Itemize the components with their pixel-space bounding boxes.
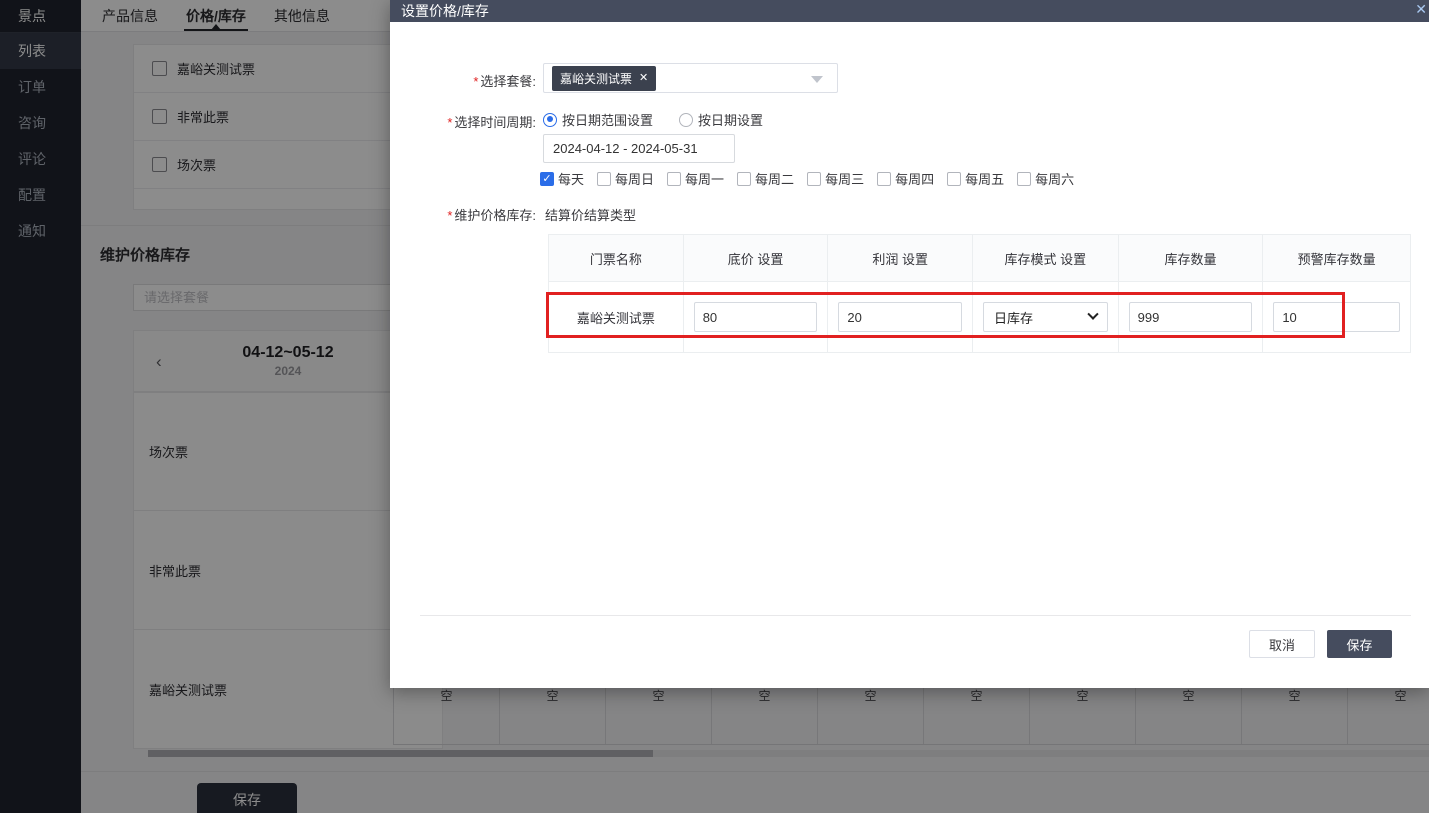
required-mark: * (447, 208, 452, 223)
col-header-warn-qty: 预警库存数量 (1263, 235, 1410, 281)
price-stock-table: 门票名称 底价 设置 利润 设置 库存模式 设置 库存数量 预警库存数量 嘉峪关… (548, 234, 1411, 353)
weekday-sunday[interactable]: 每周日 (597, 169, 654, 188)
col-header-base-price: 底价 设置 (684, 235, 829, 281)
settlement-type-hint: 结算价结算类型 (545, 205, 636, 224)
weekday-checkbox-group: ✓ 每天 每周日 每周一 每周二 每周三 每周四 (540, 169, 1074, 188)
stock-mode-select[interactable]: 日库存 (983, 302, 1108, 332)
select-chevron-icon (1087, 309, 1098, 320)
radio-by-date[interactable]: 按日期设置 (679, 110, 763, 129)
weekday-friday[interactable]: 每周五 (947, 169, 1004, 188)
save-button[interactable]: 保存 (1327, 630, 1392, 658)
base-price-input[interactable] (694, 302, 818, 332)
cancel-button[interactable]: 取消 (1249, 630, 1315, 658)
weekday-saturday[interactable]: 每周六 (1017, 169, 1074, 188)
weekday-thursday[interactable]: 每周四 (877, 169, 934, 188)
package-field-label: *选择套餐: (390, 71, 536, 90)
remove-tag-icon[interactable]: ✕ (639, 73, 648, 84)
col-header-profit: 利润 设置 (828, 235, 973, 281)
col-header-stock-mode: 库存模式 设置 (973, 235, 1119, 281)
required-mark: * (447, 115, 452, 130)
ticket-name-cell: 嘉峪关测试票 (549, 282, 684, 352)
table-header-row: 门票名称 底价 设置 利润 设置 库存模式 设置 库存数量 预警库存数量 (549, 235, 1410, 282)
radio-icon (679, 113, 693, 127)
checkbox-icon (597, 172, 611, 186)
weekday-everyday[interactable]: ✓ 每天 (540, 169, 584, 188)
stock-qty-input[interactable] (1129, 302, 1253, 332)
footer-divider (420, 615, 1411, 616)
screen: 景点 列表 订单 咨询 评论 配置 通知 产品信息 价格/库存 其他信息 嘉峪关… (0, 0, 1429, 813)
modal-title: 设置价格/库存 (401, 1, 489, 21)
radio-date-range[interactable]: 按日期范围设置 (543, 110, 653, 129)
period-field-label: *选择时间周期: (390, 112, 536, 131)
maintain-field-label: *维护价格库存: (390, 205, 536, 224)
close-icon[interactable]: ✕ (1415, 2, 1427, 16)
checkbox-icon (1017, 172, 1031, 186)
weekday-tuesday[interactable]: 每周二 (737, 169, 794, 188)
dropdown-caret-icon (811, 76, 823, 83)
checkbox-icon (807, 172, 821, 186)
radio-icon (543, 113, 557, 127)
warn-qty-input[interactable] (1273, 302, 1400, 332)
date-range-input[interactable] (543, 134, 735, 163)
weekday-wednesday[interactable]: 每周三 (807, 169, 864, 188)
checkbox-icon (737, 172, 751, 186)
period-radio-group: 按日期范围设置 按日期设置 (543, 110, 763, 129)
weekday-monday[interactable]: 每周一 (667, 169, 724, 188)
checkbox-icon (947, 172, 961, 186)
selected-package-tag: 嘉峪关测试票 ✕ (552, 66, 656, 91)
checkbox-icon (667, 172, 681, 186)
package-multiselect[interactable]: 嘉峪关测试票 ✕ (543, 63, 838, 93)
table-row: 嘉峪关测试票 日库存 (549, 282, 1410, 352)
price-stock-modal: 设置价格/库存 ✕ *选择套餐: 嘉峪关测试票 ✕ *选择时间周期: 按日期范围… (390, 0, 1429, 688)
required-mark: * (473, 74, 478, 89)
modal-header: 设置价格/库存 ✕ (390, 0, 1429, 22)
col-header-ticket-name: 门票名称 (549, 235, 684, 281)
col-header-stock-qty: 库存数量 (1119, 235, 1264, 281)
checkbox-checked-icon: ✓ (540, 172, 554, 186)
profit-input[interactable] (838, 302, 962, 332)
checkbox-icon (877, 172, 891, 186)
